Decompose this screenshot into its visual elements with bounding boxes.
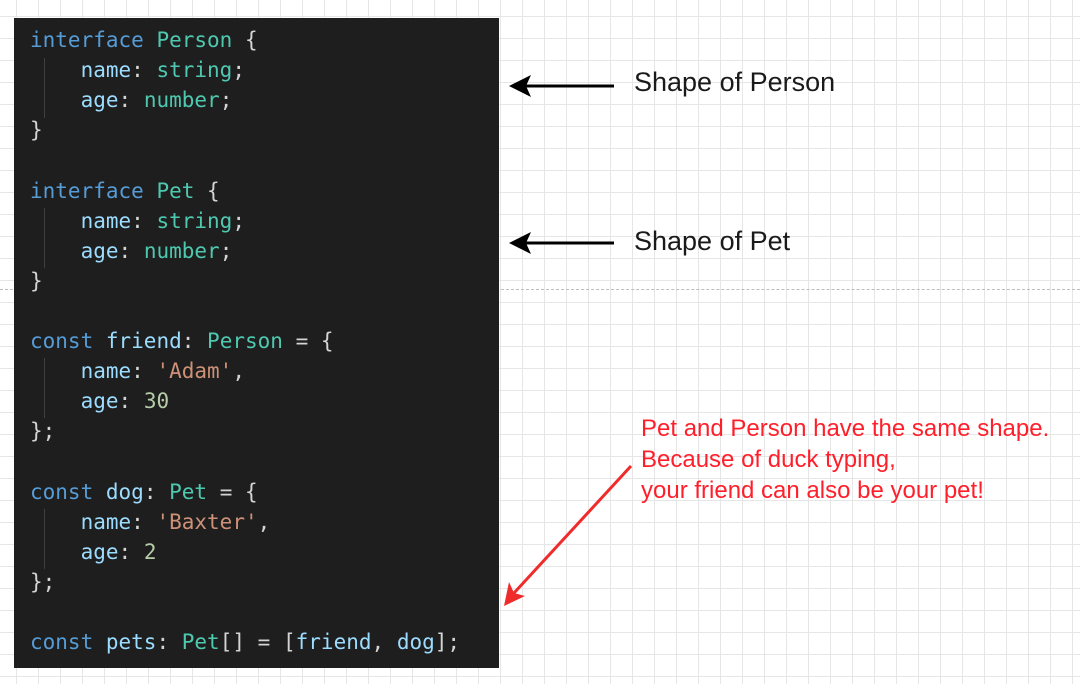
annotation-arrow-icon bbox=[504, 464, 633, 606]
arrows-overlay bbox=[504, 75, 633, 606]
person-arrow-icon bbox=[509, 75, 614, 97]
pet-arrow-icon bbox=[509, 232, 614, 254]
